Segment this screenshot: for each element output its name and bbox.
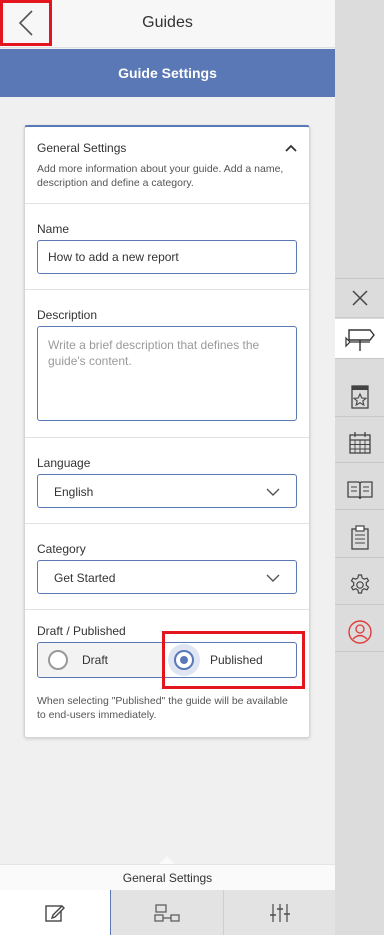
category-section: Category Get Started <box>25 524 309 610</box>
bottom-tabs <box>0 890 335 935</box>
chevron-down-icon <box>266 488 280 496</box>
language-label: Language <box>37 456 91 470</box>
draft-published-toggle: Draft Published <box>37 642 297 678</box>
name-section: Name <box>25 204 309 290</box>
published-radio[interactable] <box>174 650 194 670</box>
settings-card: General Settings Add more information ab… <box>24 125 310 738</box>
close-icon <box>351 290 368 306</box>
draft-label: Draft <box>82 653 109 667</box>
category-label: Category <box>37 542 86 556</box>
back-button[interactable] <box>0 0 52 46</box>
guides-button[interactable] <box>335 319 384 359</box>
signpost-icon <box>344 328 375 351</box>
library-button[interactable] <box>335 470 384 510</box>
header: Guides <box>0 0 335 48</box>
draft-option[interactable]: Draft <box>38 643 164 677</box>
clipboard-icon <box>350 524 369 550</box>
chevron-down-icon <box>266 574 280 582</box>
tab-pointer <box>159 856 175 864</box>
calendar-button[interactable] <box>335 423 384 463</box>
flow-icon <box>154 903 180 922</box>
guides-panel: Guides Guide Settings General Settings A… <box>0 0 335 935</box>
description-input[interactable] <box>37 326 297 421</box>
tab-adjust[interactable] <box>223 890 335 935</box>
general-settings-section: General Settings Add more information ab… <box>25 127 309 204</box>
category-value: Get Started <box>54 571 116 585</box>
collapse-button[interactable] <box>283 140 299 156</box>
right-toolbar <box>335 0 384 935</box>
tab-edit[interactable] <box>0 890 111 935</box>
status-note: When selecting "Published" the guide wil… <box>37 695 288 721</box>
favorites-button[interactable] <box>335 377 384 417</box>
published-option[interactable]: Published <box>164 643 296 677</box>
category-select[interactable]: Get Started <box>37 560 297 594</box>
edit-icon <box>45 904 65 922</box>
guide-settings-banner: Guide Settings <box>0 49 335 97</box>
published-label: Published <box>210 653 263 667</box>
sliders-icon <box>269 903 290 922</box>
name-input[interactable] <box>37 240 297 274</box>
general-settings-title: General Settings <box>37 141 127 155</box>
bookmark-star-icon <box>350 384 369 409</box>
chevron-up-icon <box>285 144 297 152</box>
language-value: English <box>54 485 94 499</box>
tab-flow[interactable] <box>111 890 223 935</box>
language-select[interactable]: English <box>37 474 297 508</box>
gear-icon <box>350 573 369 594</box>
name-label: Name <box>37 222 70 236</box>
status-section: Draft / Published Draft Published When s… <box>25 610 309 738</box>
language-section: Language English <box>25 438 309 524</box>
profile-button[interactable] <box>335 612 384 652</box>
bottom-section-label: General Settings <box>0 864 335 890</box>
book-icon <box>346 480 373 499</box>
draft-radio[interactable] <box>48 650 68 670</box>
status-label: Draft / Published <box>37 624 126 638</box>
description-section: Description <box>25 290 309 438</box>
close-panel-button[interactable] <box>335 278 384 318</box>
calendar-icon <box>348 431 371 454</box>
chevron-left-icon <box>18 10 33 36</box>
description-label: Description <box>37 308 98 322</box>
settings-button[interactable] <box>335 565 384 605</box>
user-profile-icon <box>347 619 372 644</box>
clipboard-button[interactable] <box>335 518 384 558</box>
general-settings-description: Add more information about your guide. A… <box>37 163 284 189</box>
